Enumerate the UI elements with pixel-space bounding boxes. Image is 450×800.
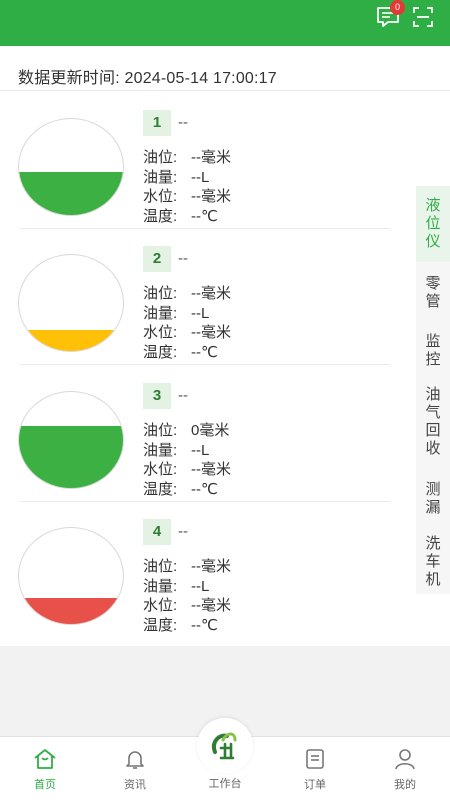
scan-icon[interactable]	[412, 6, 434, 28]
nav-home[interactable]: 首页	[10, 737, 80, 800]
nav-orders[interactable]: 订单	[280, 737, 350, 800]
oil-level-label: 油位:	[143, 149, 178, 166]
temperature-value: --℃	[191, 207, 218, 225]
tank-name: --	[178, 523, 188, 540]
temperature-label: 温度:	[143, 207, 178, 225]
divider	[20, 501, 390, 502]
oil-level-label: 油位:	[143, 422, 178, 439]
update-time: 数据更新时间: 2024-05-14 17:00:17	[18, 70, 277, 87]
temperature-value: --℃	[191, 480, 218, 498]
tank-content: 数据更新时间: 2024-05-14 17:00:17 1 -- 油位: --毫米…	[0, 46, 450, 646]
oil-volume-label: 油量:	[143, 168, 178, 186]
nav-workbench-label: 工作台	[208, 778, 242, 790]
oil-volume-value: --L	[191, 168, 210, 186]
workbench-button[interactable]	[197, 718, 253, 774]
side-tab-zero-pipe[interactable]: 零管	[416, 268, 450, 318]
tank-number: 2	[143, 246, 171, 272]
oil-volume-label: 油量:	[143, 304, 178, 322]
tank-gauge	[18, 391, 124, 489]
divider	[20, 228, 390, 229]
water-level-label: 水位:	[143, 188, 178, 205]
tank-fill	[19, 329, 123, 351]
tank-number: 1	[143, 110, 171, 136]
tank-gauge	[18, 527, 124, 625]
tank-gauge	[18, 254, 124, 352]
bell-icon	[126, 751, 144, 769]
tank-name: --	[178, 250, 188, 267]
orders-icon	[306, 749, 324, 769]
water-level-label: 水位:	[143, 461, 178, 478]
temperature-label: 温度:	[143, 616, 178, 634]
oil-level-value: 0毫米	[191, 422, 230, 439]
oil-volume-value: --L	[191, 304, 210, 322]
side-tab-level-gauge[interactable]: 液位仪	[416, 186, 450, 262]
oil-volume-value: --L	[191, 577, 210, 595]
nav-home-label: 首页	[34, 779, 56, 791]
oil-volume-value: --L	[191, 441, 210, 459]
side-tab-car-wash[interactable]: 洗车机	[416, 530, 450, 594]
tank-fill	[19, 425, 123, 488]
home-icon	[34, 749, 56, 769]
tank-name: --	[178, 387, 188, 404]
tank-card[interactable]: 3 -- 油位: 0毫米 油量: --L 水位: --毫米 温度: --℃	[0, 383, 410, 519]
oil-level-label: 油位:	[143, 285, 178, 302]
oil-level-label: 油位:	[143, 558, 178, 575]
tank-fill	[19, 171, 123, 215]
water-level-label: 水位:	[143, 597, 178, 614]
water-level-label: 水位:	[143, 324, 178, 341]
tank-card[interactable]: 2 -- 油位: --毫米 油量: --L 水位: --毫米 温度: --℃	[0, 246, 410, 382]
tank-name: --	[178, 114, 188, 131]
nav-news[interactable]: 资讯	[100, 737, 170, 800]
tank-card[interactable]: 4 -- 油位: --毫米 油量: --L 水位: --毫米 温度: --℃	[0, 519, 410, 655]
temperature-value: --℃	[191, 343, 218, 361]
divider	[20, 364, 390, 365]
side-tab-bar: 液位仪 零管 监控 油气回收 测漏 洗车机	[416, 186, 450, 594]
oil-level-value: --毫米	[191, 149, 231, 166]
water-level-value: --毫米	[191, 597, 231, 614]
temperature-value: --℃	[191, 616, 218, 634]
tank-fill	[19, 598, 123, 624]
user-icon	[395, 749, 415, 770]
divider	[0, 90, 450, 91]
nav-mine-label: 我的	[394, 779, 416, 791]
side-tab-vapor-recovery[interactable]: 油气回收	[416, 382, 450, 462]
oil-volume-label: 油量:	[143, 577, 178, 595]
temperature-label: 温度:	[143, 480, 178, 498]
tank-card[interactable]: 1 -- 油位: --毫米 油量: --L 水位: --毫米 温度: --℃	[0, 110, 410, 246]
message-badge: 0	[390, 0, 405, 15]
water-level-value: --毫米	[191, 188, 231, 205]
nav-mine[interactable]: 我的	[370, 737, 440, 800]
side-tab-leak-detection[interactable]: 测漏	[416, 474, 450, 524]
workbench-logo-icon	[206, 727, 244, 765]
nav-news-label: 资讯	[124, 779, 146, 791]
tank-gauge	[18, 118, 124, 216]
water-level-value: --毫米	[191, 461, 231, 478]
oil-volume-label: 油量:	[143, 441, 178, 459]
side-tab-monitor[interactable]: 监控	[416, 326, 450, 376]
water-level-value: --毫米	[191, 324, 231, 341]
tank-number: 3	[143, 383, 171, 409]
tank-number: 4	[143, 519, 171, 545]
oil-level-value: --毫米	[191, 558, 231, 575]
oil-level-value: --毫米	[191, 285, 231, 302]
top-bar: 0	[0, 0, 450, 46]
nav-orders-label: 订单	[304, 779, 326, 791]
temperature-label: 温度:	[143, 343, 178, 361]
